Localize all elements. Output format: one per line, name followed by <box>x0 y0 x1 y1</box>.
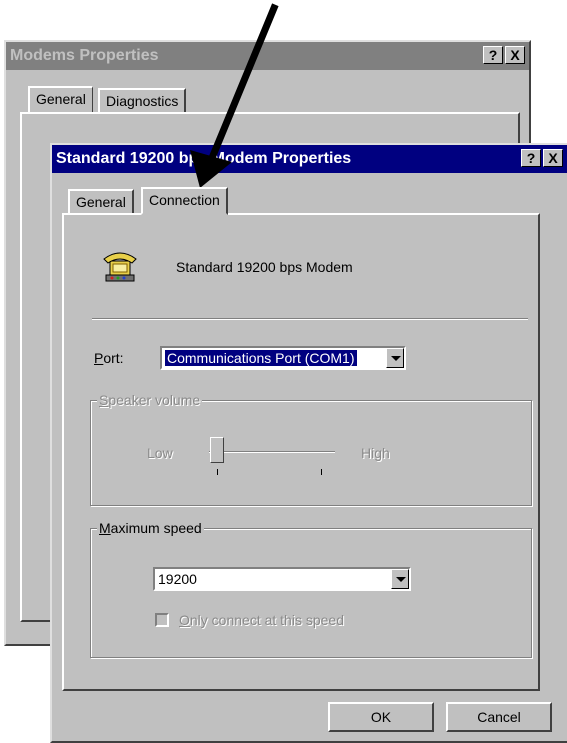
tab-connection-label: Connection <box>149 192 220 208</box>
connection-tab-panel: Standard 19200 bps Modem Port: Communica… <box>62 213 540 691</box>
modem-device-icon <box>100 247 140 283</box>
volume-slider[interactable] <box>209 435 335 479</box>
maximum-speed-value: 19200 <box>158 571 197 587</box>
port-label: Port: <box>94 350 124 366</box>
ok-button[interactable]: OK <box>328 702 434 732</box>
tab-general-label: General <box>76 194 126 210</box>
maximum-speed-legend: Maximum speed <box>97 520 204 536</box>
only-connect-accel: O <box>179 612 190 628</box>
close-button[interactable]: X <box>543 149 563 167</box>
tab-diagnostics[interactable]: Diagnostics <box>98 88 187 112</box>
maximum-speed-accel: M <box>99 520 111 536</box>
window-title: Standard 19200 bps Modem Properties <box>56 150 352 167</box>
speaker-volume-legend-rest: peaker volume <box>108 392 201 408</box>
slider-thumb[interactable] <box>210 437 224 463</box>
maximum-speed-select[interactable]: 19200 <box>153 567 411 591</box>
help-button[interactable]: ? <box>483 46 503 64</box>
tab-connection[interactable]: Connection <box>141 187 228 215</box>
cancel-button[interactable]: Cancel <box>446 702 552 732</box>
modems-properties-titlebar[interactable]: Modems Properties ? X <box>6 42 529 70</box>
speaker-volume-group: Speaker volume Low High <box>90 392 532 506</box>
port-select[interactable]: Communications Port (COM1) <box>160 346 406 370</box>
only-connect-label: Only connect at this speed <box>179 612 344 628</box>
close-button[interactable]: X <box>505 46 525 64</box>
modem-properties-titlebar[interactable]: Standard 19200 bps Modem Properties ? X <box>52 145 567 173</box>
maximum-speed-dropdown-button[interactable] <box>391 569 409 589</box>
only-connect-label-rest: nly connect at this speed <box>189 612 344 628</box>
slider-track <box>209 451 335 453</box>
slider-tick <box>321 469 322 475</box>
divider <box>92 318 528 320</box>
help-button[interactable]: ? <box>521 149 541 167</box>
maximum-speed-group: Maximum speed 19200 Only connect at this… <box>90 520 532 658</box>
maximum-speed-legend-rest: aximum speed <box>110 520 202 536</box>
port-dropdown-button[interactable] <box>386 348 404 368</box>
tab-general-label: General <box>36 91 86 107</box>
port-label-accel: P <box>94 350 104 366</box>
tab-general[interactable]: General <box>28 86 93 112</box>
port-select-value: Communications Port (COM1) <box>164 349 358 367</box>
tab-general[interactable]: General <box>68 189 134 213</box>
speaker-volume-accel: S <box>99 392 109 408</box>
port-label-rest: ort: <box>103 350 124 366</box>
device-name: Standard 19200 bps Modem <box>176 259 353 275</box>
volume-high-label: High <box>361 445 390 461</box>
speaker-volume-legend: Speaker volume <box>97 392 203 408</box>
modem-properties-window: Standard 19200 bps Modem Properties ? X … <box>50 143 567 743</box>
window-title: Modems Properties <box>10 47 159 64</box>
volume-low-label: Low <box>147 445 173 461</box>
tab-diagnostics-label: Diagnostics <box>106 93 179 109</box>
only-connect-checkbox[interactable] <box>155 613 169 627</box>
slider-tick <box>217 469 218 475</box>
